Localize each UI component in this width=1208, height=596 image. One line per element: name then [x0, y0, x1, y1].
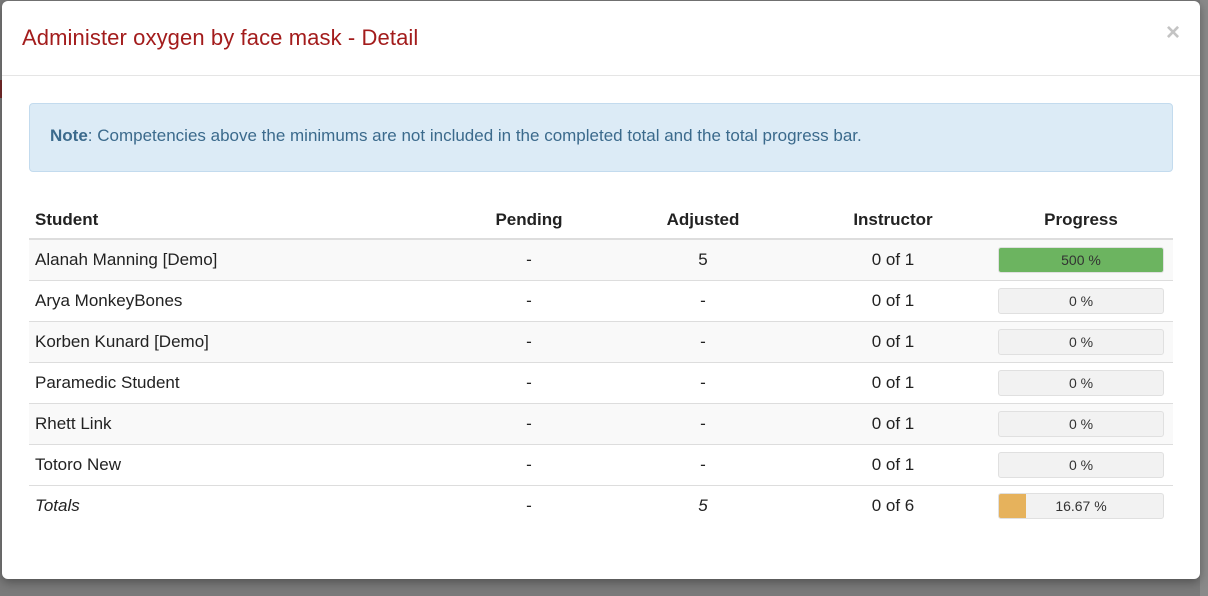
close-icon[interactable]: × — [1166, 19, 1180, 47]
progress-bar: 0 % — [998, 287, 1164, 314]
header-adjusted: Adjusted — [609, 202, 797, 240]
progress-bar: 0 % — [998, 451, 1164, 478]
student-cell: Totals — [29, 484, 449, 526]
table-row: Korben Kunard [Demo] - -0 of 10 % — [29, 320, 1173, 362]
modal-title: Administer oxygen by face mask - Detail — [22, 25, 419, 50]
progress-bar: 0 % — [998, 369, 1164, 396]
adjusted-cell: - — [609, 279, 797, 321]
progress-label: 500 % — [1061, 251, 1101, 268]
info-note: Note: Competencies above the minimums ar… — [29, 103, 1173, 172]
progress-label: 0 % — [1068, 415, 1094, 432]
header-pending: Pending — [449, 202, 609, 240]
progress-cell: 0 % — [989, 320, 1173, 362]
instructor-cell: 0 of 1 — [797, 443, 989, 485]
pending-cell: - — [449, 279, 609, 321]
note-text: : Competencies above the minimums are no… — [87, 126, 862, 145]
student-cell: Korben Kunard [Demo] — [29, 320, 449, 362]
student-cell: Arya MonkeyBones — [29, 279, 449, 321]
backdrop-edge — [1200, 0, 1208, 596]
detail-modal: Administer oxygen by face mask - Detail … — [2, 1, 1200, 579]
progress-label: 0 % — [1068, 292, 1094, 309]
progress-bar: 0 % — [998, 328, 1164, 355]
progress-label: 0 % — [1068, 333, 1094, 350]
student-cell: Rhett Link — [29, 402, 449, 444]
adjusted-cell: - — [609, 443, 797, 485]
progress-label: 0 % — [1068, 456, 1094, 473]
table-row: Paramedic Student - -0 of 10 % — [29, 361, 1173, 403]
table-row: Totoro New - -0 of 10 % — [29, 443, 1173, 485]
progress-bar: 0 % — [998, 410, 1164, 437]
progress-cell: 500 % — [989, 238, 1173, 280]
progress-cell: 0 % — [989, 402, 1173, 444]
competency-table: Student Pending Adjusted Instructor Prog… — [29, 202, 1173, 526]
instructor-cell: 0 of 1 — [797, 238, 989, 280]
progress-bar: 500 % — [998, 246, 1164, 273]
instructor-cell: 0 of 6 — [797, 484, 989, 526]
pending-cell: - — [449, 361, 609, 403]
progress-cell: 0 % — [989, 361, 1173, 403]
totals-row: Totals -5 0 of 6 16.67 % — [29, 484, 1173, 526]
progress-label: 16.67 % — [1055, 497, 1107, 514]
pending-cell: - — [449, 443, 609, 485]
adjusted-cell: - — [609, 361, 797, 403]
pending-cell: - — [449, 320, 609, 362]
pending-cell: - — [449, 238, 609, 280]
pending-cell: - — [449, 484, 609, 526]
student-cell: Alanah Manning [Demo] — [29, 238, 449, 280]
header-student: Student — [29, 202, 449, 240]
table-row: Alanah Manning [Demo] -5 0 of 1 500 % — [29, 238, 1173, 280]
progress-cell: 0 % — [989, 279, 1173, 321]
note-label: Note — [50, 126, 88, 145]
pending-cell: - — [449, 402, 609, 444]
student-cell: Totoro New — [29, 443, 449, 485]
header-progress: Progress — [989, 202, 1173, 240]
table-row: Rhett Link - -0 of 10 % — [29, 402, 1173, 444]
instructor-cell: 0 of 1 — [797, 279, 989, 321]
table-header-row: Student Pending Adjusted Instructor Prog… — [29, 202, 1173, 240]
progress-bar: 16.67 % — [998, 492, 1164, 519]
table-row: Arya MonkeyBones - -0 of 10 % — [29, 279, 1173, 321]
header-instructor: Instructor — [797, 202, 989, 240]
adjusted-cell: - — [609, 402, 797, 444]
progress-label: 0 % — [1068, 374, 1094, 391]
adjusted-cell: 5 — [609, 484, 797, 526]
adjusted-cell: - — [609, 320, 797, 362]
modal-header: Administer oxygen by face mask - Detail … — [2, 1, 1200, 76]
instructor-cell: 0 of 1 — [797, 402, 989, 444]
progress-cell: 16.67 % — [989, 484, 1173, 526]
student-cell: Paramedic Student — [29, 361, 449, 403]
adjusted-cell: 5 — [609, 238, 797, 280]
instructor-cell: 0 of 1 — [797, 361, 989, 403]
progress-cell: 0 % — [989, 443, 1173, 485]
instructor-cell: 0 of 1 — [797, 320, 989, 362]
